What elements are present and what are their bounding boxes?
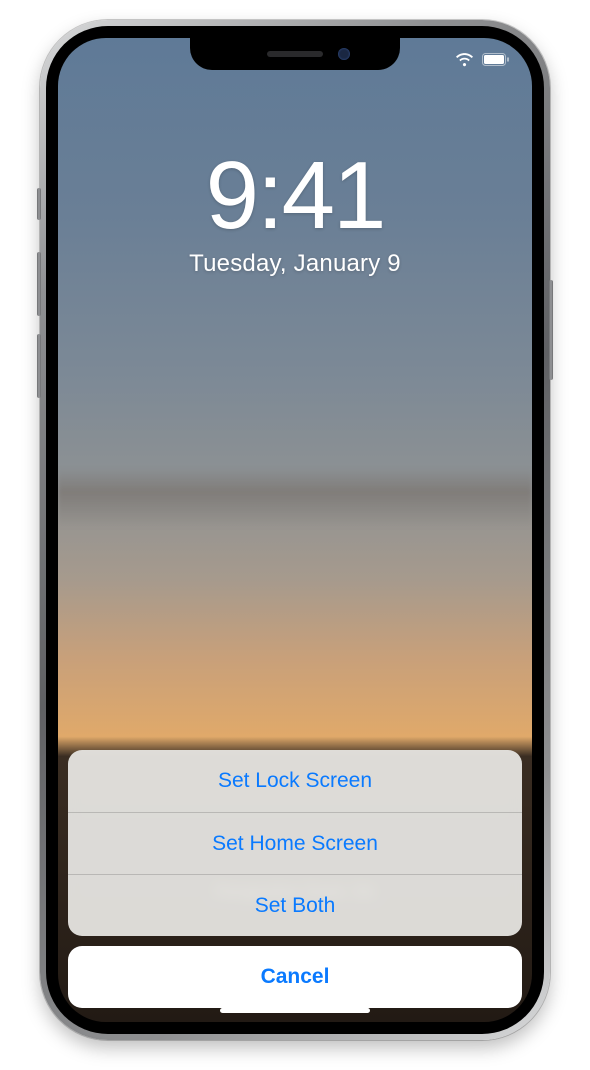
home-indicator[interactable]	[220, 1008, 370, 1013]
mute-switch	[37, 188, 41, 220]
side-button	[549, 280, 553, 380]
earpiece-speaker	[267, 51, 323, 57]
set-both-button[interactable]: Set Both	[68, 874, 522, 936]
wifi-icon	[455, 53, 474, 67]
volume-down-button	[37, 334, 41, 398]
battery-icon	[482, 53, 510, 67]
lock-clock: 9:41 Tuesday, January 9	[58, 148, 532, 278]
phone-bezel: 9:41 Tuesday, January 9 Perspective Zoom…	[46, 26, 544, 1034]
screen: 9:41 Tuesday, January 9 Perspective Zoom…	[58, 38, 532, 1022]
wallpaper-cloud	[58, 468, 532, 528]
action-sheet: Set Lock Screen Set Home Screen Set Both…	[68, 750, 522, 1008]
action-sheet-options: Set Lock Screen Set Home Screen Set Both	[68, 750, 522, 936]
notch	[190, 38, 400, 70]
lock-time: 9:41	[58, 148, 532, 244]
set-home-screen-button[interactable]: Set Home Screen	[68, 812, 522, 874]
phone-frame: 9:41 Tuesday, January 9 Perspective Zoom…	[40, 20, 550, 1040]
lock-date: Tuesday, January 9	[58, 250, 532, 278]
front-camera	[338, 48, 350, 60]
volume-up-button	[37, 252, 41, 316]
cancel-button[interactable]: Cancel	[68, 946, 522, 1008]
set-lock-screen-button[interactable]: Set Lock Screen	[68, 750, 522, 812]
